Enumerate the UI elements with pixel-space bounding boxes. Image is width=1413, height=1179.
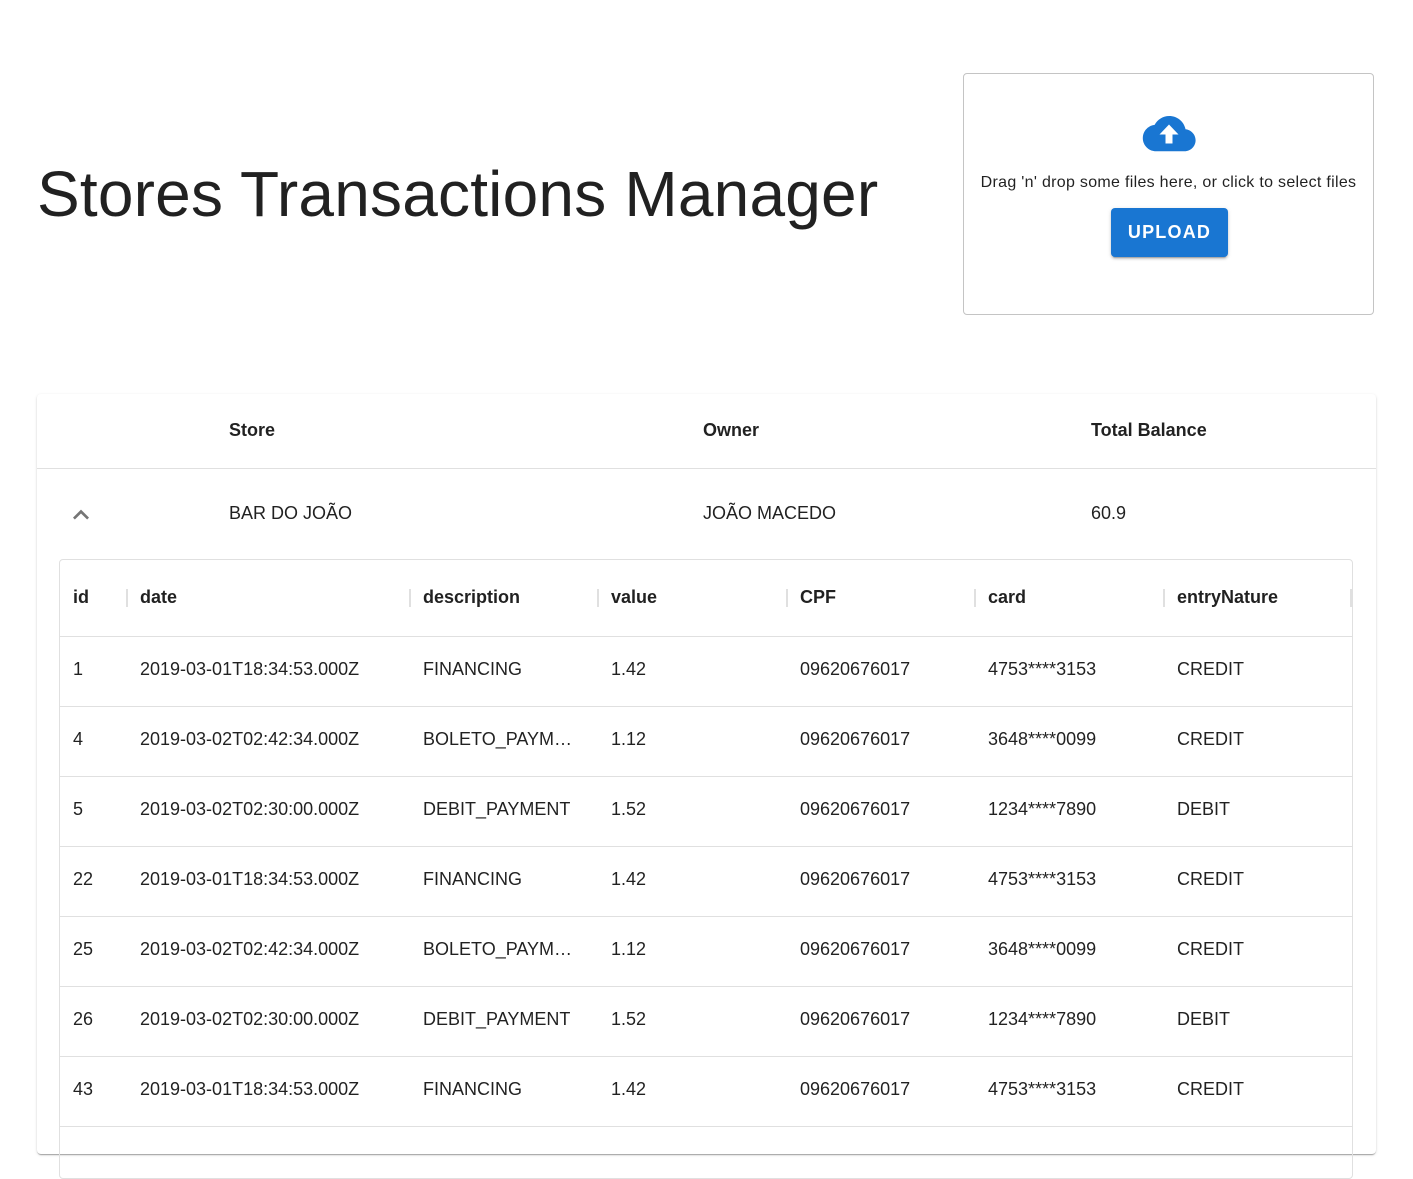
cell-card: 3648****0099 xyxy=(988,939,1097,959)
table-row[interactable]: 25 2019-03-02T02:42:34.000Z BOLETO_PAYME… 1… xyxy=(60,917,1352,987)
cell-value: 1.12 xyxy=(611,939,647,959)
stores-table: Store Owner Total Balance BAR DO JOÃO JO… xyxy=(37,394,1376,1179)
column-separator[interactable] xyxy=(597,589,599,607)
cell-entry-nature: CREDIT xyxy=(1177,869,1244,889)
column-separator[interactable] xyxy=(1163,589,1165,607)
cell-id: 4 xyxy=(73,729,84,749)
cell-id: 26 xyxy=(73,1009,94,1029)
column-separator[interactable] xyxy=(974,589,976,607)
column-separator[interactable] xyxy=(786,589,788,607)
grid-column-header-value[interactable]: value xyxy=(611,587,657,608)
store-owner: JOÃO MACEDO xyxy=(703,503,837,523)
chevron-up-icon[interactable] xyxy=(65,499,97,531)
cell-cpf: 09620676017 xyxy=(800,729,911,749)
cell-date: 2019-03-01T18:34:53.000Z xyxy=(140,869,360,889)
cell-id: 5 xyxy=(73,799,84,819)
transactions-grid-header: id date description value CPF card entry… xyxy=(60,560,1352,637)
table-row[interactable]: 26 2019-03-02T02:30:00.000Z DEBIT_PAYMENT 1… xyxy=(60,987,1352,1057)
cell-value: 1.42 xyxy=(611,1079,647,1099)
cell-date: 2019-03-02T02:30:00.000Z xyxy=(140,1009,360,1029)
cell-entry-nature: CREDIT xyxy=(1177,729,1244,749)
cell-card: 4753****3153 xyxy=(988,659,1097,679)
grid-column-header-card[interactable]: card xyxy=(988,587,1026,608)
store-total-balance: 60.9 xyxy=(1091,503,1127,523)
cell-date: 2019-03-02T02:30:00.000Z xyxy=(140,799,360,819)
grid-column-header-id[interactable]: id xyxy=(73,587,89,608)
table-row[interactable]: 43 2019-03-01T18:34:53.000Z FINANCING 1.42 0… xyxy=(60,1057,1352,1127)
cell-cpf: 09620676017 xyxy=(800,1009,911,1029)
stores-table-header: Store Owner Total Balance xyxy=(37,394,1376,469)
cell-entry-nature: CREDIT xyxy=(1177,939,1244,959)
cell-value: 1.42 xyxy=(611,659,647,679)
store-name: BAR DO JOÃO xyxy=(229,503,353,523)
cell-value: 1.52 xyxy=(611,1009,647,1029)
cell-card: 1234****7890 xyxy=(988,1009,1097,1029)
cell-value: 1.42 xyxy=(611,869,647,889)
grid-column-header-date[interactable]: date xyxy=(140,587,177,608)
cell-description: DEBIT_PAYMENT xyxy=(423,799,571,819)
cell-date: 2019-03-02T02:42:34.000Z xyxy=(140,939,360,959)
cell-cpf: 09620676017 xyxy=(800,1079,911,1099)
column-header-owner: Owner xyxy=(703,420,760,440)
store-row: BAR DO JOÃO JOÃO MACEDO 60.9 xyxy=(37,469,1376,559)
grid-column-header-entry-nature[interactable]: entryNature xyxy=(1177,587,1278,608)
cell-description: FINANCING xyxy=(423,869,522,889)
cell-card: 4753****3153 xyxy=(988,869,1097,889)
table-row[interactable]: 5 2019-03-02T02:30:00.000Z DEBIT_PAYMENT 1.… xyxy=(60,777,1352,847)
cell-id: 43 xyxy=(73,1079,94,1099)
upload-button[interactable]: UPLOAD xyxy=(1111,208,1228,257)
table-row[interactable]: 4 2019-03-02T02:42:34.000Z BOLETO_PAYME… 1.… xyxy=(60,707,1352,777)
cell-id: 25 xyxy=(73,939,94,959)
table-row[interactable]: 22 2019-03-01T18:34:53.000Z FINANCING 1.42 0… xyxy=(60,847,1352,917)
cell-entry-nature: CREDIT xyxy=(1177,1079,1244,1099)
cell-date: 2019-03-01T18:34:53.000Z xyxy=(140,659,360,679)
cloud-upload-icon xyxy=(1142,116,1196,152)
cell-date: 2019-03-01T18:34:53.000Z xyxy=(140,1079,360,1099)
cell-id: 1 xyxy=(73,659,84,679)
column-separator[interactable] xyxy=(409,589,411,607)
cell-description: FINANCING xyxy=(423,659,522,679)
cell-card: 3648****0099 xyxy=(988,729,1097,749)
transactions-grid: id date description value CPF card entry… xyxy=(59,559,1353,1179)
cell-description: FINANCING xyxy=(423,1079,522,1099)
cell-value: 1.12 xyxy=(611,729,647,749)
cell-cpf: 09620676017 xyxy=(800,869,911,889)
page-title: Stores Transactions Manager xyxy=(37,158,879,230)
cell-entry-nature: DEBIT xyxy=(1177,1009,1231,1029)
cell-description: BOLETO_PAYME… xyxy=(423,939,583,959)
cell-value: 1.52 xyxy=(611,799,647,819)
cell-cpf: 09620676017 xyxy=(800,939,911,959)
dropzone-instructions: Drag 'n' drop some files here, or click … xyxy=(980,174,1357,191)
cell-entry-nature: CREDIT xyxy=(1177,659,1244,679)
cell-id: 22 xyxy=(73,869,94,889)
cell-entry-nature: DEBIT xyxy=(1177,799,1231,819)
column-header-total-balance: Total Balance xyxy=(1091,420,1207,440)
cell-date: 2019-03-02T02:42:34.000Z xyxy=(140,729,360,749)
grid-column-header-cpf[interactable]: CPF xyxy=(800,587,836,608)
table-row[interactable]: 1 2019-03-01T18:34:53.000Z FINANCING 1.42 09… xyxy=(60,637,1352,707)
cell-card: 4753****3153 xyxy=(988,1079,1097,1099)
grid-column-header-description[interactable]: description xyxy=(423,587,520,608)
column-header-store: Store xyxy=(229,420,276,440)
column-separator[interactable] xyxy=(1350,589,1352,607)
cell-cpf: 09620676017 xyxy=(800,659,911,679)
cell-cpf: 09620676017 xyxy=(800,799,911,819)
cell-card: 1234****7890 xyxy=(988,799,1097,819)
file-dropzone[interactable]: Drag 'n' drop some files here, or click … xyxy=(963,73,1374,315)
cell-description: DEBIT_PAYMENT xyxy=(423,1009,571,1029)
column-separator[interactable] xyxy=(126,589,128,607)
cell-description: BOLETO_PAYME… xyxy=(423,729,583,749)
